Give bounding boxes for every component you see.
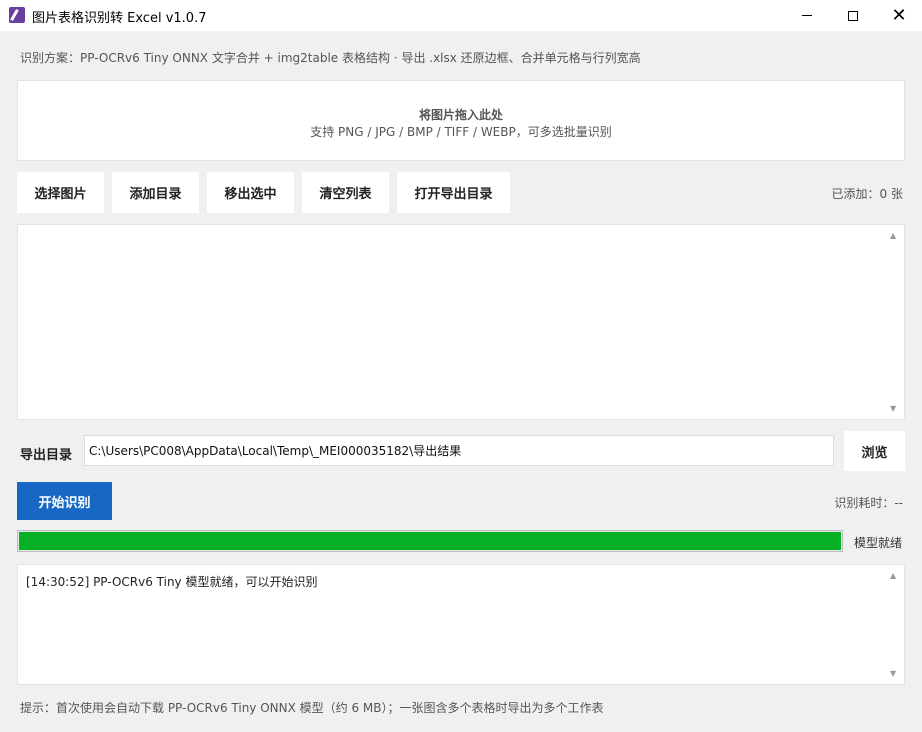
progress-fill [18,531,842,551]
app-icon [9,7,25,23]
minimize-icon [802,15,812,16]
log-scroll-up-icon[interactable]: ▲ [890,571,896,580]
remove-selected-button[interactable]: 移出选中 [207,172,294,213]
export-dir-input[interactable] [84,435,834,466]
maximize-icon [848,10,858,21]
close-button[interactable]: ✕ [876,0,922,31]
drop-zone[interactable]: 将图片拖入此处 支持 PNG / JPG / BMP / TIFF / WEBP… [17,80,905,161]
file-list-scrollbar[interactable]: ▲ ▼ [887,225,904,419]
model-status: 模型就绪 [854,536,903,550]
close-icon: ✕ [891,5,907,26]
title-bar: 图片表格识别转 Excel v1.0.7 ✕ [0,0,922,31]
drop-zone-title: 将图片拖入此处 [418,108,503,122]
log-line: [14:30:52] PP-OCRv6 Tiny 模型就绪，可以开始识别 [26,575,318,589]
start-recognition-button[interactable]: 开始识别 [17,482,112,520]
log-scrollbar[interactable]: ▲ ▼ [887,565,904,684]
scheme-description: 识别方案：PP-OCRv6 Tiny ONNX 文字合并 + img2table… [20,51,641,65]
add-folder-button[interactable]: 添加目录 [112,172,199,213]
hint-text: 提示：首次使用会自动下载 PP-OCRv6 Tiny ONNX 模型（约 6 M… [20,701,604,715]
scroll-down-icon[interactable]: ▼ [890,404,896,413]
file-list[interactable]: ▲ ▼ [17,224,905,420]
drop-zone-subtitle: 支持 PNG / JPG / BMP / TIFF / WEBP，可多选批量识别 [310,125,612,139]
export-dir-label: 导出目录 [20,448,73,463]
minimize-button[interactable] [784,0,830,31]
scroll-up-icon[interactable]: ▲ [890,231,896,240]
added-count: 已添加：0 张 [831,187,903,201]
open-export-dir-button[interactable]: 打开导出目录 [397,172,510,213]
clear-list-button[interactable]: 清空列表 [302,172,389,213]
log-scroll-down-icon[interactable]: ▼ [890,669,896,678]
maximize-button[interactable] [830,0,876,31]
log-panel[interactable]: [14:30:52] PP-OCRv6 Tiny 模型就绪，可以开始识别 ▲ ▼ [17,564,905,685]
select-images-button[interactable]: 选择图片 [17,172,104,213]
window-title: 图片表格识别转 Excel v1.0.7 [32,11,207,26]
elapsed-time: 识别耗时：-- [834,496,903,510]
browse-button[interactable]: 浏览 [844,431,905,471]
progress-bar [17,530,843,552]
